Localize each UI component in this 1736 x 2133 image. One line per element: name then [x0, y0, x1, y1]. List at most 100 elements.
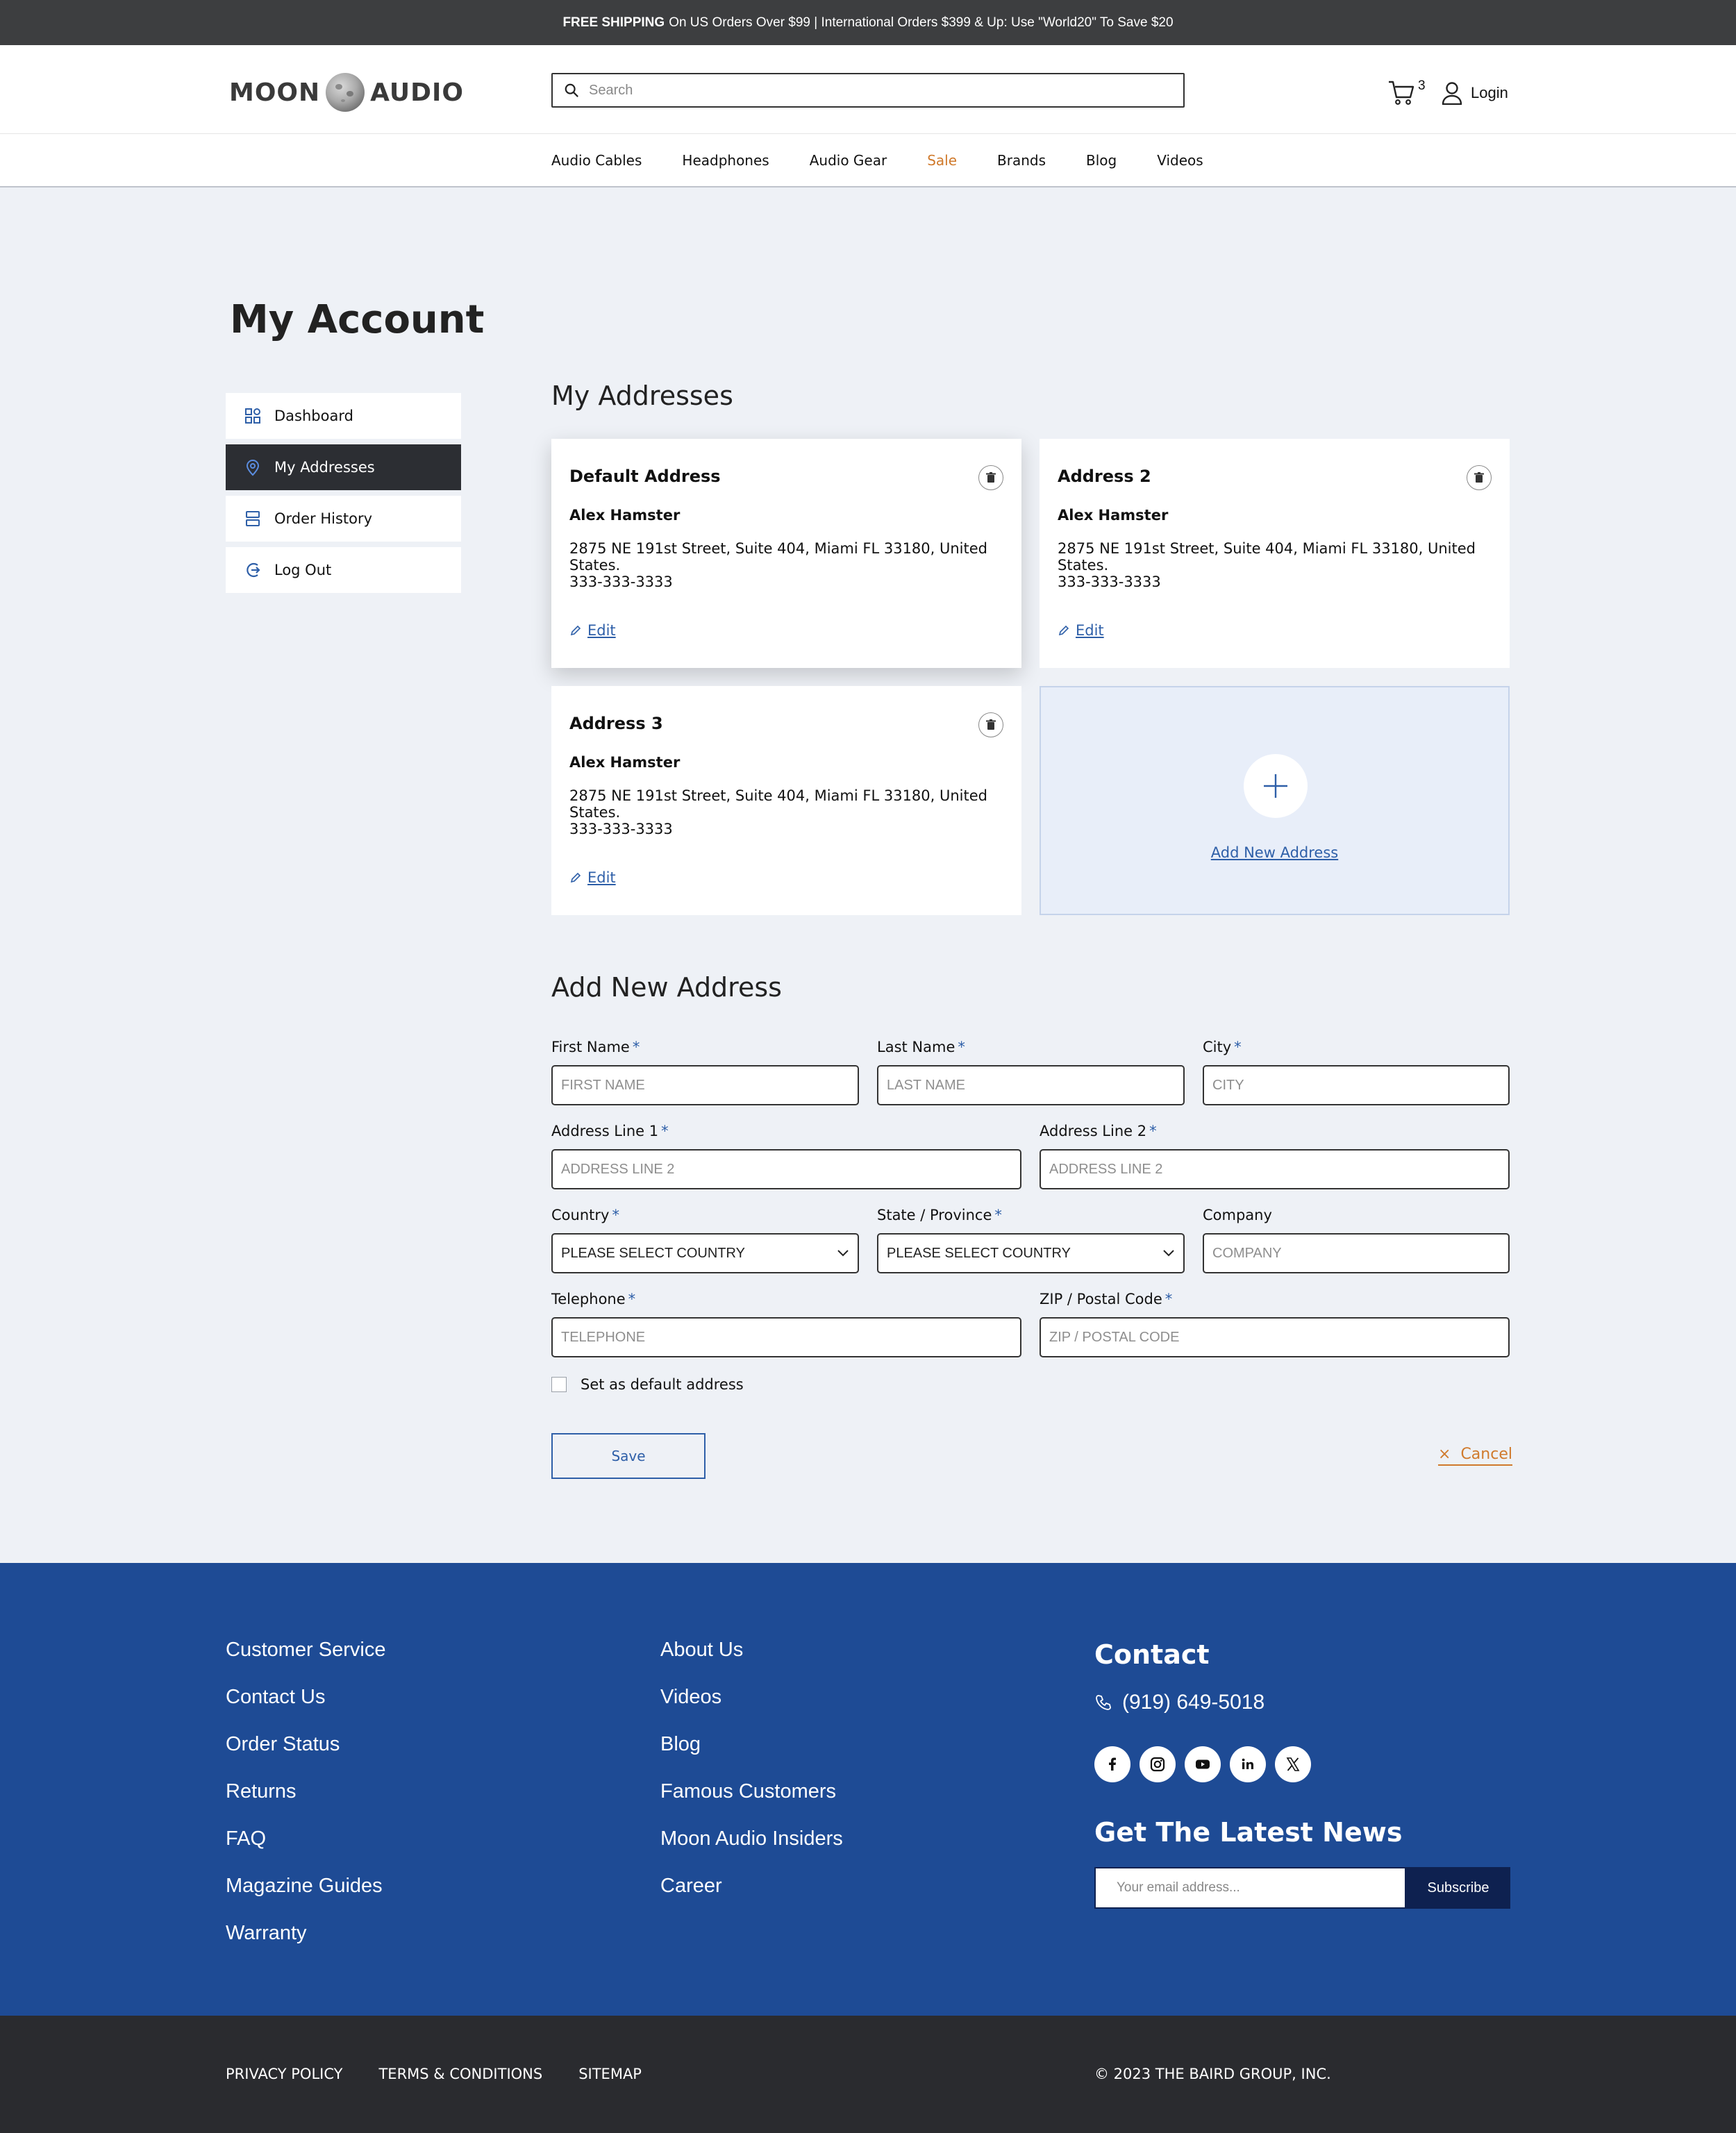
edit-address-link[interactable]: Edit — [569, 622, 616, 639]
nav-item-blog[interactable]: Blog — [1086, 152, 1117, 169]
delete-address-button[interactable] — [978, 465, 1003, 490]
add-new-address-link[interactable]: Add New Address — [1041, 844, 1508, 861]
default-address-option[interactable]: Set as default address — [551, 1376, 744, 1393]
nav-item-audio-cables[interactable]: Audio Cables — [551, 152, 642, 169]
footer-link-blog[interactable]: Blog — [660, 1730, 843, 1778]
cart-icon — [1389, 81, 1414, 105]
linkedin-button[interactable] — [1230, 1746, 1266, 1782]
linkedin-icon — [1242, 1758, 1253, 1769]
address-card-title: Default Address — [569, 467, 721, 486]
footer-link-customer-service[interactable]: Customer Service — [226, 1636, 385, 1683]
footer-link-career[interactable]: Career — [660, 1872, 843, 1919]
phone-icon — [1096, 1695, 1111, 1710]
sidebar-item-log-out[interactable]: Log Out — [226, 547, 461, 593]
company-input[interactable] — [1212, 1245, 1500, 1262]
order-history-icon — [246, 511, 260, 526]
logout-icon — [247, 562, 260, 578]
footer-phone[interactable]: (919) 649-5018 — [1094, 1691, 1510, 1714]
address-line-2-input[interactable] — [1049, 1161, 1500, 1178]
social-links — [1094, 1746, 1510, 1782]
address-card: Default Address Alex Hamster 2875 NE 191… — [551, 439, 1021, 668]
zip-label: ZIP / Postal Code * — [1040, 1291, 1173, 1307]
legal-links: PRIVACY POLICY TERMS & CONDITIONS SITEMA… — [226, 2066, 642, 2082]
edit-address-link[interactable]: Edit — [569, 869, 616, 886]
cart-count: 3 — [1418, 78, 1426, 93]
address-phone: 333-333-3333 — [569, 574, 673, 590]
first-name-field: First Name * — [551, 1039, 859, 1105]
footer-link-order-status[interactable]: Order Status — [226, 1730, 385, 1778]
cart-button[interactable]: 3 — [1387, 78, 1426, 106]
trash-icon — [986, 719, 996, 730]
state-select[interactable]: PLEASE SELECT COUNTRY — [877, 1233, 1185, 1273]
promo-text: On US Orders Over $99 | International Or… — [669, 15, 1174, 30]
first-name-input[interactable] — [561, 1077, 849, 1094]
address-line-1-field: Address Line 1 * — [551, 1123, 1021, 1189]
footer-link-magazine-guides[interactable]: Magazine Guides — [226, 1872, 385, 1919]
delete-address-button[interactable] — [1467, 465, 1492, 490]
add-new-address-card[interactable]: Add New Address — [1040, 686, 1510, 915]
sidebar-item-label: My Addresses — [274, 459, 375, 476]
moon-logo-icon — [326, 73, 365, 112]
city-label: City * — [1203, 1039, 1242, 1055]
address-name: Alex Hamster — [569, 507, 681, 524]
logo[interactable]: MOON AUDIO — [229, 73, 464, 112]
sidebar-item-dashboard[interactable]: Dashboard — [226, 393, 461, 439]
address-card-title: Address 2 — [1058, 467, 1151, 486]
nav-item-headphones[interactable]: Headphones — [682, 152, 769, 169]
newsletter-email-input[interactable] — [1094, 1867, 1406, 1909]
last-name-input[interactable] — [887, 1077, 1175, 1094]
footer-column-service: Customer Service Contact Us Order Status… — [226, 1636, 385, 1966]
cancel-button[interactable]: × Cancel — [1438, 1446, 1512, 1466]
company-label: Company — [1203, 1207, 1272, 1223]
telephone-input[interactable] — [561, 1329, 1012, 1346]
sitemap-link[interactable]: SITEMAP — [578, 2066, 642, 2082]
city-input[interactable] — [1212, 1077, 1500, 1094]
address-line-2-field: Address Line 2 * — [1040, 1123, 1510, 1189]
sidebar-item-my-addresses[interactable]: My Addresses — [226, 444, 461, 490]
last-name-field: Last Name * — [877, 1039, 1185, 1105]
country-field: Country * PLEASE SELECT COUNTRY — [551, 1207, 859, 1273]
footer-link-moon-audio-insiders[interactable]: Moon Audio Insiders — [660, 1825, 843, 1872]
footer-link-famous-customers[interactable]: Famous Customers — [660, 1778, 843, 1825]
country-select[interactable]: PLEASE SELECT COUNTRY — [551, 1233, 859, 1273]
delete-address-button[interactable] — [978, 712, 1003, 737]
sidebar-item-order-history[interactable]: Order History — [226, 496, 461, 542]
nav-item-sale[interactable]: Sale — [927, 152, 957, 169]
last-name-label: Last Name * — [877, 1039, 965, 1055]
zip-input[interactable] — [1049, 1329, 1500, 1346]
save-button[interactable]: Save — [551, 1433, 706, 1479]
x-button[interactable] — [1275, 1746, 1311, 1782]
facebook-button[interactable] — [1094, 1746, 1130, 1782]
trash-icon — [986, 472, 996, 483]
nav-item-brands[interactable]: Brands — [997, 152, 1046, 169]
form-title: Add New Address — [551, 972, 782, 1003]
default-address-checkbox[interactable] — [551, 1377, 567, 1392]
footer-link-warranty[interactable]: Warranty — [226, 1919, 385, 1966]
privacy-policy-link[interactable]: PRIVACY POLICY — [226, 2066, 342, 2082]
search-input[interactable] — [589, 82, 1158, 99]
footer-column-about: About Us Videos Blog Famous Customers Mo… — [660, 1636, 843, 1919]
user-icon — [1442, 82, 1462, 105]
address-name: Alex Hamster — [1058, 507, 1169, 524]
youtube-button[interactable] — [1185, 1746, 1221, 1782]
terms-link[interactable]: TERMS & CONDITIONS — [378, 2066, 542, 2082]
subscribe-button[interactable]: Subscribe — [1406, 1867, 1510, 1909]
address-phone: 333-333-3333 — [569, 821, 673, 837]
nav-item-videos[interactable]: Videos — [1157, 152, 1203, 169]
add-address-button[interactable] — [1244, 754, 1308, 818]
nav-item-audio-gear[interactable]: Audio Gear — [810, 152, 887, 169]
address-line-1-input[interactable] — [561, 1161, 1012, 1178]
login-button[interactable]: Login — [1442, 81, 1508, 105]
footer-link-videos[interactable]: Videos — [660, 1683, 843, 1730]
newsletter-form: Subscribe — [1094, 1867, 1510, 1909]
footer-contact: Contact (919) 649-5018 Get The Latest Ne… — [1094, 1639, 1510, 1909]
footer-link-returns[interactable]: Returns — [226, 1778, 385, 1825]
footer-link-about-us[interactable]: About Us — [660, 1636, 843, 1683]
pencil-icon — [570, 625, 581, 636]
footer-link-contact-us[interactable]: Contact Us — [226, 1683, 385, 1730]
phone-number: (919) 649-5018 — [1122, 1691, 1265, 1714]
edit-address-link[interactable]: Edit — [1058, 622, 1104, 639]
footer-link-faq[interactable]: FAQ — [226, 1825, 385, 1872]
instagram-button[interactable] — [1140, 1746, 1176, 1782]
contact-title: Contact — [1094, 1639, 1210, 1670]
